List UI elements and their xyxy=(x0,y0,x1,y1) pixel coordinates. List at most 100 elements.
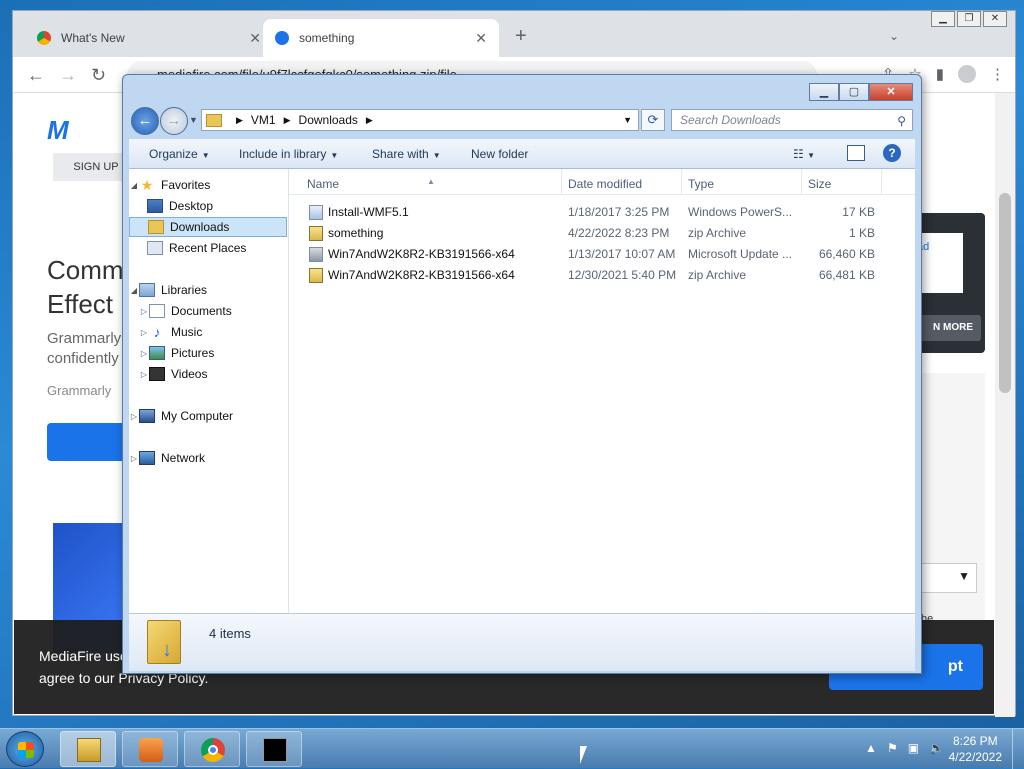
menu-kebab-icon[interactable]: ⋮ xyxy=(990,65,1005,83)
expand-icon[interactable]: ▷ xyxy=(139,370,149,379)
show-desktop-button[interactable] xyxy=(1012,729,1024,769)
include-in-library-menu[interactable]: Include in library ▼ xyxy=(239,147,338,161)
nav-libraries[interactable]: ◢ Libraries xyxy=(129,280,287,300)
close-button[interactable]: ✕ xyxy=(983,11,1007,27)
action-center-flag-icon[interactable]: ⚑ xyxy=(887,741,898,755)
taskbar-media-player[interactable] xyxy=(122,731,178,767)
volume-icon[interactable]: 🔈 xyxy=(929,741,944,755)
profile-avatar[interactable] xyxy=(958,65,976,83)
breadcrumb-separator-icon[interactable]: ▶ xyxy=(284,115,291,126)
recent-places-icon xyxy=(147,241,163,255)
forward-button[interactable]: → xyxy=(160,107,188,135)
file-row[interactable]: Install-WMF5.1 1/18/2017 3:25 PM Windows… xyxy=(289,201,915,222)
sort-ascending-icon: ▲ xyxy=(427,177,435,186)
file-name: something xyxy=(328,226,384,240)
help-icon[interactable]: ? xyxy=(883,144,901,162)
dropdown-select[interactable]: ▼ xyxy=(917,563,977,593)
column-type[interactable]: Type xyxy=(688,177,714,191)
desktop-icon xyxy=(147,199,163,213)
zip-icon xyxy=(309,268,323,283)
file-size: 66,481 KB xyxy=(818,268,875,282)
forward-arrow-icon[interactable]: → xyxy=(59,65,77,86)
taskbar-chrome[interactable] xyxy=(184,731,240,767)
mediafire-logo[interactable]: M xyxy=(47,115,69,146)
nav-desktop[interactable]: Desktop xyxy=(129,196,287,216)
taskbar-cmd[interactable] xyxy=(246,731,302,767)
preview-pane-button[interactable] xyxy=(847,145,865,161)
organize-menu[interactable]: Organize ▼ xyxy=(149,147,210,161)
ad-heading: Comm Effect xyxy=(47,253,124,321)
breadcrumb-downloads[interactable]: Downloads xyxy=(299,113,358,127)
tab-search-chevron-icon[interactable]: ⌄ xyxy=(889,29,899,43)
share-with-menu[interactable]: Share with ▼ xyxy=(372,147,441,161)
column-divider[interactable] xyxy=(801,169,802,195)
refresh-button[interactable]: ⟳ xyxy=(641,109,665,131)
breadcrumb-separator-icon[interactable]: ▶ xyxy=(236,115,243,126)
change-view-button[interactable]: ☷ ▼ xyxy=(793,147,815,161)
column-divider[interactable] xyxy=(681,169,682,195)
taskbar-explorer[interactable] xyxy=(60,731,116,767)
nav-downloads[interactable]: Downloads xyxy=(129,217,287,237)
expand-icon[interactable]: ▷ xyxy=(129,412,139,421)
tab-whats-new[interactable]: What's New ✕ xyxy=(25,19,273,57)
chrome-favicon xyxy=(37,31,51,45)
new-folder-button[interactable]: New folder xyxy=(471,147,528,161)
expand-icon[interactable]: ▷ xyxy=(139,307,149,316)
column-size[interactable]: Size xyxy=(808,177,831,191)
minimize-button[interactable]: ▁ xyxy=(809,83,839,101)
ad-heading-line: Effect xyxy=(47,289,114,319)
nav-music[interactable]: ▷ ♪ Music xyxy=(129,322,287,342)
breadcrumb-separator-icon[interactable]: ▶ xyxy=(366,115,373,126)
nav-favorites[interactable]: ◢ ★ Favorites xyxy=(129,175,287,195)
collapse-icon[interactable]: ◢ xyxy=(129,181,139,190)
address-bar[interactable]: ▶ VM1 ▶ Downloads ▶ ▼ xyxy=(201,109,639,131)
scrollbar-thumb[interactable] xyxy=(999,193,1011,393)
clock-date: 4/22/2022 xyxy=(948,750,1002,764)
column-divider[interactable] xyxy=(881,169,882,195)
page-scrollbar[interactable] xyxy=(995,93,1015,717)
restore-button[interactable]: ❐ xyxy=(957,11,981,27)
nav-network[interactable]: ▷ Network xyxy=(129,448,287,468)
expand-icon[interactable]: ▷ xyxy=(129,454,139,463)
tab-something[interactable]: something ✕ xyxy=(263,19,499,57)
close-tab-icon[interactable]: ✕ xyxy=(249,30,261,47)
show-hidden-icons-icon[interactable]: ▲ xyxy=(865,741,877,755)
collapse-icon[interactable]: ◢ xyxy=(129,286,139,295)
explorer-titlebar[interactable]: ▁ ▢ ✕ xyxy=(123,75,921,105)
clock[interactable]: 8:26 PM 4/22/2022 xyxy=(949,733,1002,765)
file-row[interactable]: something 4/22/2022 8:23 PM zip Archive … xyxy=(289,222,915,243)
file-name: Install-WMF5.1 xyxy=(328,205,409,219)
breadcrumb-vm1[interactable]: VM1 xyxy=(251,113,276,127)
column-date-modified[interactable]: Date modified xyxy=(568,177,642,191)
nav-videos[interactable]: ▷ Videos xyxy=(129,364,287,384)
close-tab-icon[interactable]: ✕ xyxy=(475,30,487,47)
reload-icon[interactable]: ↻ xyxy=(91,65,106,86)
search-icon[interactable]: ⚲ xyxy=(897,111,906,131)
nav-pictures[interactable]: ▷ Pictures xyxy=(129,343,287,363)
nav-recent-places[interactable]: Recent Places xyxy=(129,238,287,258)
start-button[interactable] xyxy=(6,731,44,767)
back-arrow-icon[interactable]: ← xyxy=(27,65,45,86)
file-row[interactable]: Win7AndW2K8R2-KB3191566-x64 1/13/2017 10… xyxy=(289,243,915,264)
minimize-button[interactable]: ▁ xyxy=(931,11,955,27)
new-tab-button[interactable]: + xyxy=(515,25,527,48)
search-input[interactable]: Search Downloads ⚲ xyxy=(671,109,913,131)
nav-my-computer[interactable]: ▷ My Computer xyxy=(129,406,287,426)
file-row[interactable]: Win7AndW2K8R2-KB3191566-x64 12/30/2021 5… xyxy=(289,264,915,285)
maximize-button[interactable]: ▢ xyxy=(839,83,869,101)
address-dropdown-icon[interactable]: ▼ xyxy=(623,115,632,125)
column-divider[interactable] xyxy=(561,169,562,195)
recent-pages-dropdown-icon[interactable]: ▼ xyxy=(189,115,198,125)
column-name[interactable]: Name xyxy=(307,177,339,191)
side-panel-icon[interactable]: ▮ xyxy=(936,65,944,83)
back-button[interactable]: ← xyxy=(131,107,159,135)
expand-icon[interactable]: ▷ xyxy=(139,349,149,358)
nav-documents[interactable]: ▷ Documents xyxy=(129,301,287,321)
explorer-icon xyxy=(77,738,101,762)
network-tray-icon[interactable]: ▣ xyxy=(908,741,919,755)
expand-icon[interactable]: ▷ xyxy=(139,328,149,337)
close-button[interactable]: ✕ xyxy=(869,83,913,101)
zip-icon xyxy=(309,226,323,241)
powershell-script-icon xyxy=(309,205,323,220)
libraries-icon xyxy=(139,283,155,297)
